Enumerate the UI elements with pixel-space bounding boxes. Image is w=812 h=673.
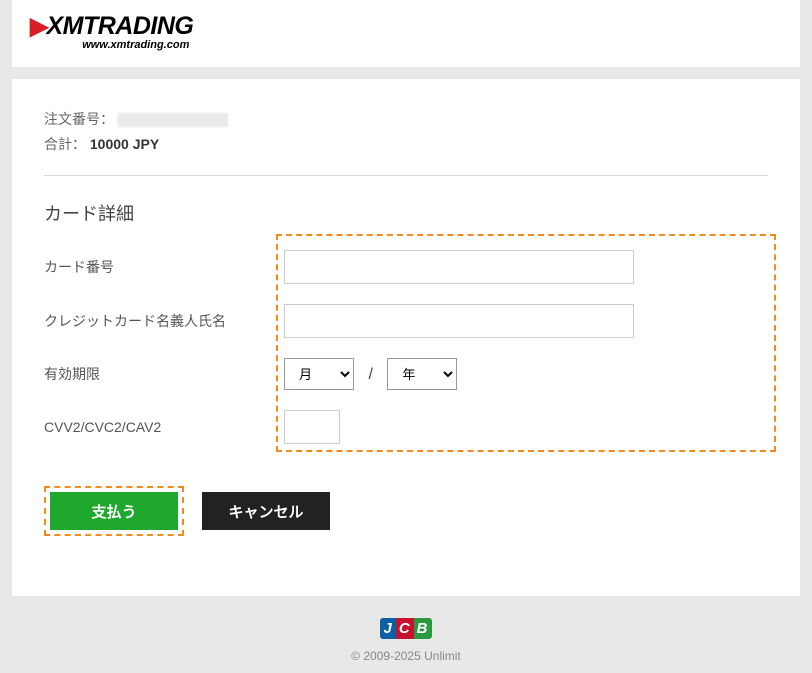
cvv-input[interactable]	[284, 410, 340, 444]
section-title: カード詳細	[44, 200, 768, 226]
pay-button[interactable]: 支払う	[50, 492, 178, 530]
order-number-label: 注文番号：	[44, 111, 114, 127]
order-summary: 注文番号： 合計： 10000 JPY	[44, 107, 768, 157]
page-header: ▶ XMTRADING www.xmtrading.com	[12, 0, 800, 67]
brand-url: www.xmtrading.com	[30, 39, 193, 51]
button-row: 支払う キャンセル	[44, 486, 768, 536]
order-number-value	[118, 113, 228, 127]
brand-name: XMTRADING	[46, 14, 193, 39]
pay-button-highlight: 支払う	[44, 486, 184, 536]
row-card-number: カード番号	[44, 250, 768, 284]
card-number-label: カード番号	[44, 257, 284, 277]
row-cvv: CVV2/CVC2/CAV2	[44, 410, 768, 444]
expiry-separator: /	[368, 366, 372, 383]
row-expiry: 有効期限 月 / 年	[44, 358, 768, 390]
card-holder-input[interactable]	[284, 304, 634, 338]
divider	[44, 175, 768, 176]
copyright-text: © 2009-2025 Unlimit	[12, 649, 800, 663]
total-value: 10000 JPY	[90, 136, 159, 152]
row-card-holder: クレジットカード名義人氏名	[44, 304, 768, 338]
jcb-logo-icon: JCB	[380, 618, 431, 639]
page-footer: JCB © 2009-2025 Unlimit	[12, 596, 800, 673]
cvv-label: CVV2/CVC2/CAV2	[44, 419, 284, 435]
expiry-label: 有効期限	[44, 364, 284, 384]
payment-card: 注文番号： 合計： 10000 JPY カード詳細 カード番号 クレジットカード…	[12, 79, 800, 596]
cancel-button[interactable]: キャンセル	[202, 492, 330, 530]
card-form: カード番号 クレジットカード名義人氏名 有効期限 月 / 年	[44, 250, 768, 444]
expiry-month-select[interactable]: 月	[284, 358, 354, 390]
card-holder-label: クレジットカード名義人氏名	[44, 311, 284, 331]
brand-logo: ▶ XMTRADING www.xmtrading.com	[30, 12, 193, 51]
card-number-input[interactable]	[284, 250, 634, 284]
total-label: 合計：	[44, 136, 86, 152]
expiry-year-select[interactable]: 年	[387, 358, 457, 390]
